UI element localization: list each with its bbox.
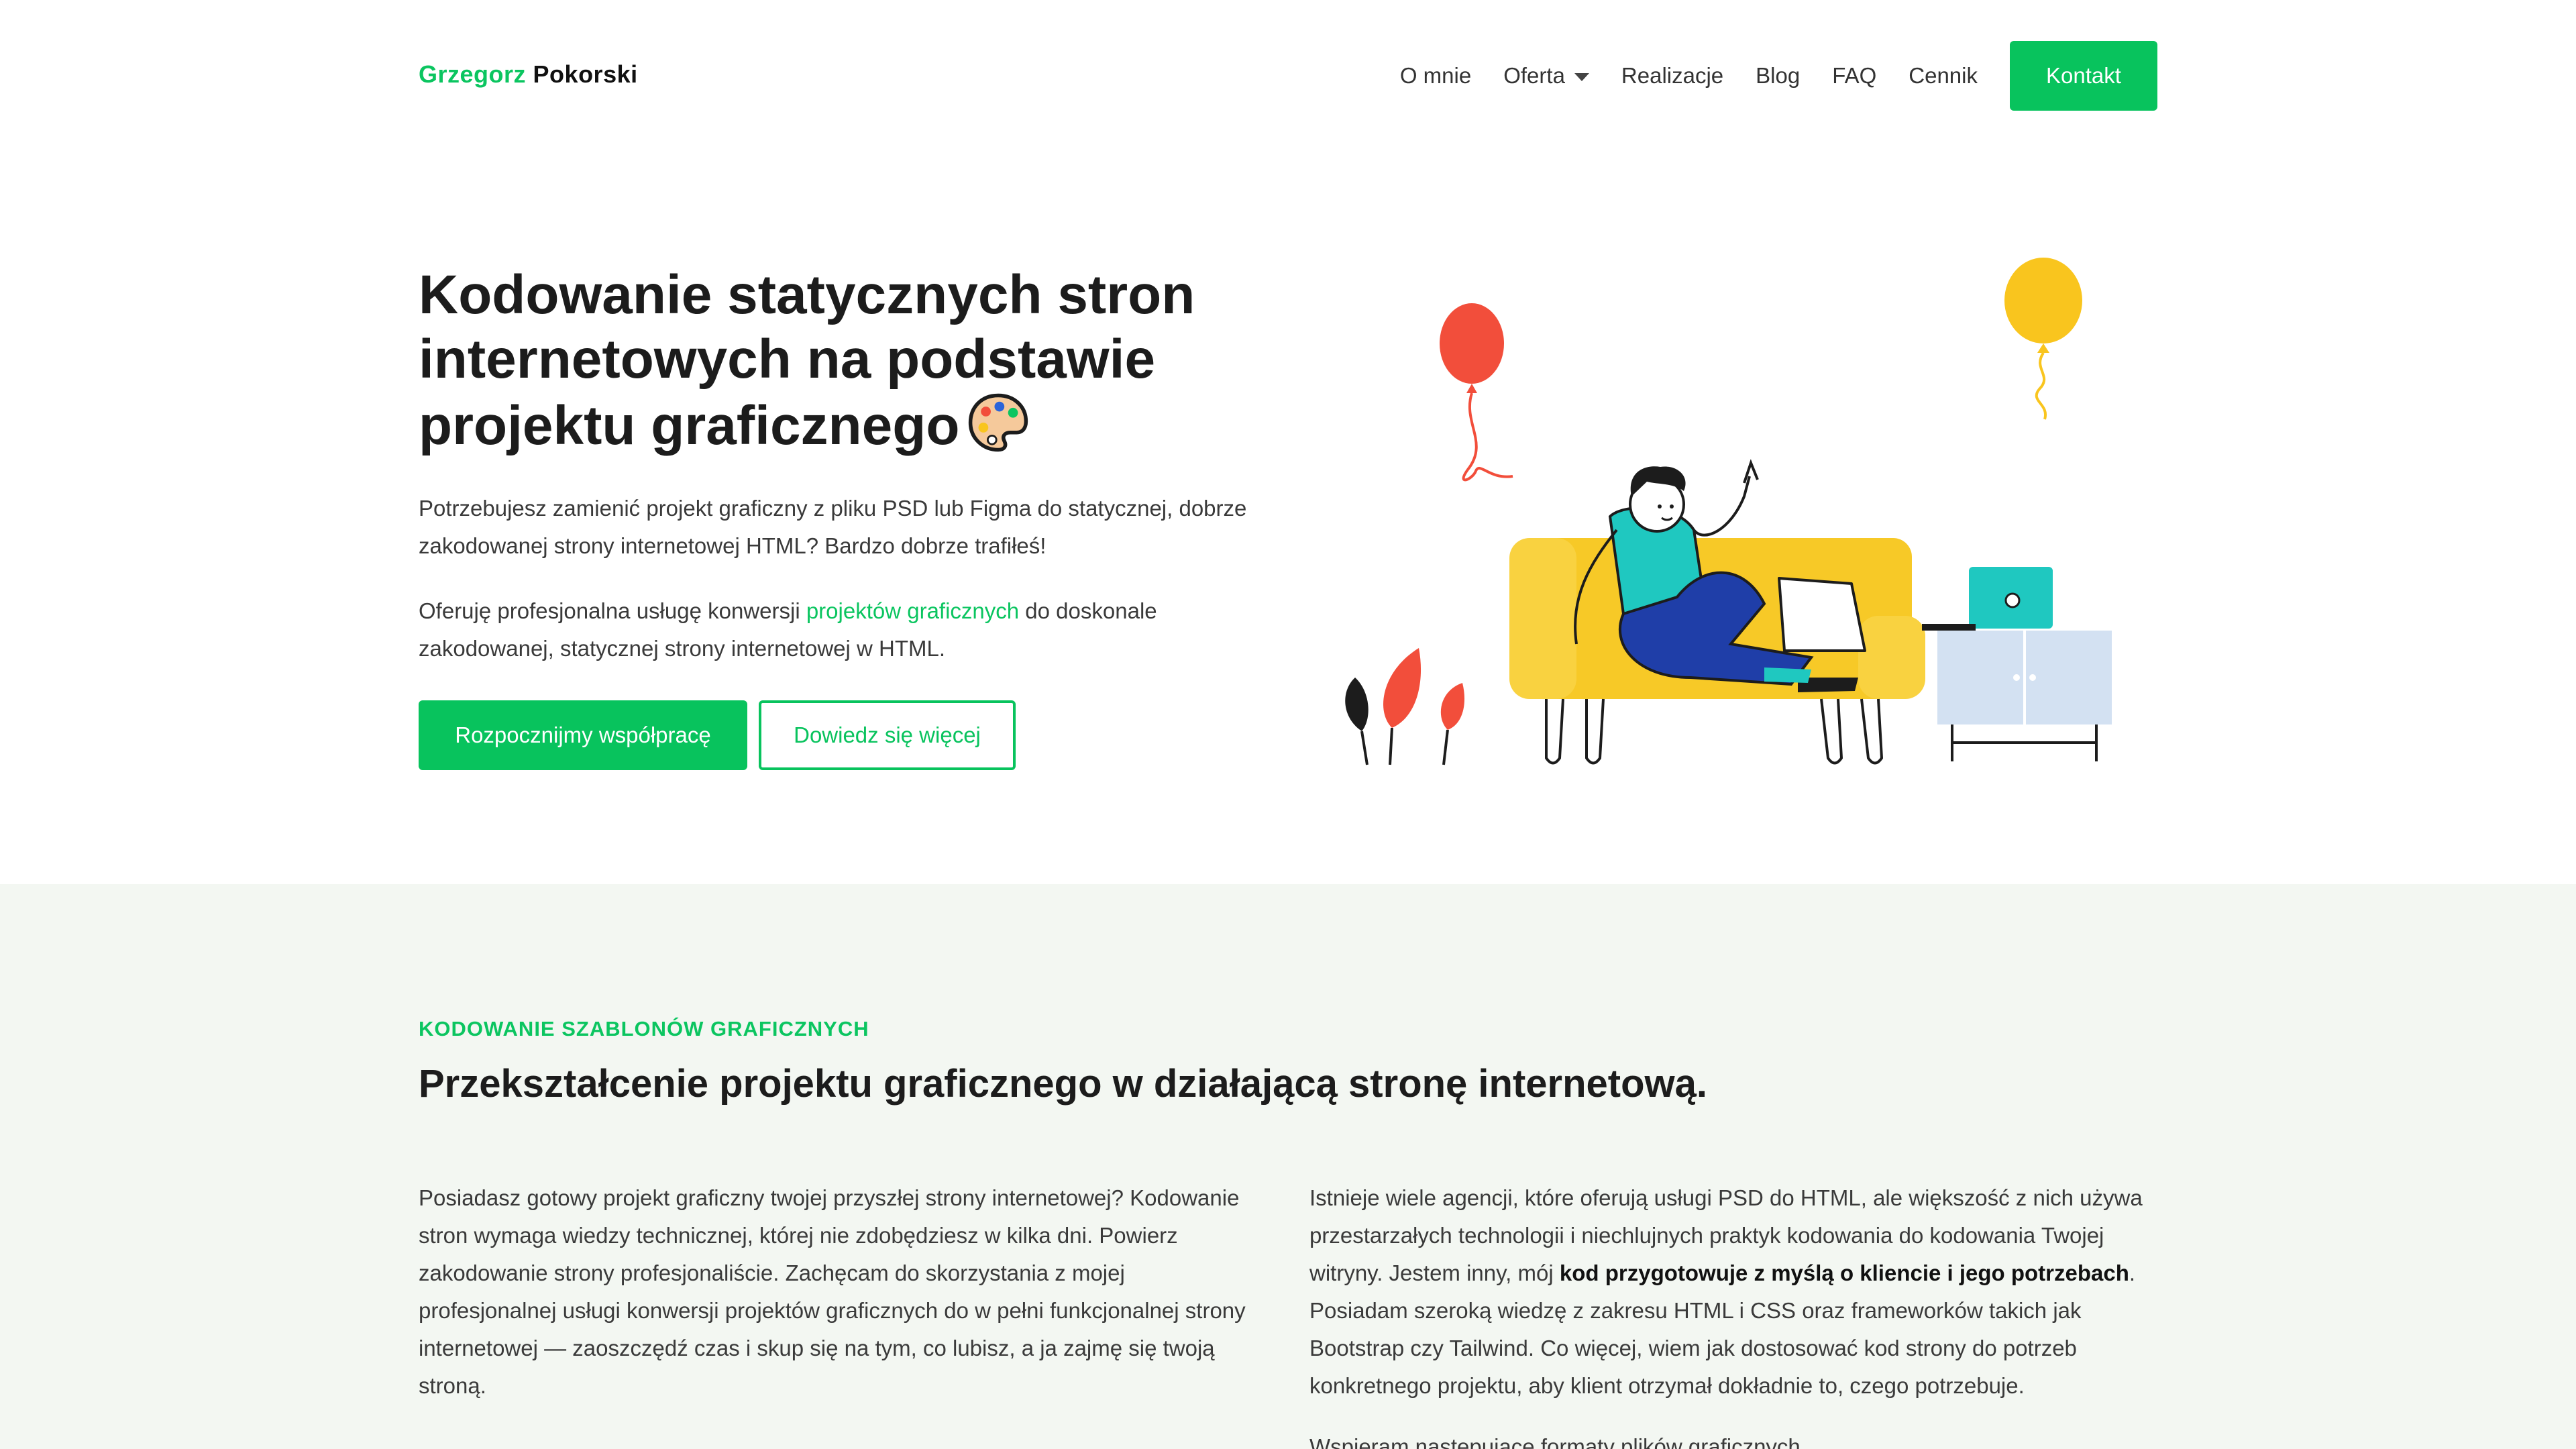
nav-item-oferta-label: Oferta bbox=[1503, 63, 1565, 88]
contact-button[interactable]: Kontakt bbox=[2010, 41, 2157, 111]
red-balloon bbox=[1440, 303, 1513, 482]
yellow-balloon bbox=[2004, 258, 2082, 420]
info-section bbox=[0, 884, 2576, 1449]
start-cooperation-button[interactable]: Rozpocznijmy współpracę bbox=[419, 700, 747, 770]
section-eyebrow: KODOWANIE SZABLONÓW GRAFICZNYCH bbox=[419, 1017, 869, 1040]
logo-last-name: Pokorski bbox=[533, 60, 638, 88]
palette-icon bbox=[969, 393, 1028, 452]
nav-item-oferta[interactable]: Oferta bbox=[1503, 63, 1589, 89]
hero-title: Kodowanie statycznych stron internetowyc… bbox=[419, 263, 1291, 458]
projects-link[interactable]: projektów graficznych bbox=[806, 598, 1019, 623]
chevron-down-icon bbox=[1574, 73, 1589, 81]
nav-item-blog[interactable]: Blog bbox=[1756, 63, 1800, 89]
page: Grzegorz Pokorski O mnie Oferta Realizac… bbox=[0, 0, 2576, 1449]
nav-item-realizacje[interactable]: Realizacje bbox=[1621, 63, 1723, 89]
hero-title-text: Kodowanie statycznych stron internetowyc… bbox=[419, 264, 1195, 456]
hero-paragraph-2: Oferuję profesjonalna usługę konwersji p… bbox=[419, 592, 1264, 667]
laptop bbox=[1922, 567, 2053, 631]
section-title: Przekształcenie projektu graficznego w d… bbox=[419, 1062, 1708, 1106]
section-left-column: Posiadasz gotowy projekt graficzny twoje… bbox=[419, 1185, 1246, 1398]
plants bbox=[1345, 648, 1465, 765]
nav-item-o-mnie[interactable]: O mnie bbox=[1400, 63, 1471, 89]
logo-first-name: Grzegorz bbox=[419, 60, 527, 88]
site-header: Grzegorz Pokorski O mnie Oferta Realizac… bbox=[0, 0, 2576, 150]
hero-illustration bbox=[1345, 258, 2112, 765]
nav-item-faq[interactable]: FAQ bbox=[1832, 63, 1876, 89]
nav-item-cennik[interactable]: Cennik bbox=[1909, 63, 1978, 89]
main-nav: O mnie Oferta Realizacje Blog FAQ Cennik… bbox=[1400, 41, 2157, 111]
right-column-bold: kod przygotowuje z myślą o kliencie i je… bbox=[1559, 1260, 2129, 1285]
hero-paragraph-2-start: Oferuję profesjonalna usługę konwersji bbox=[419, 598, 806, 623]
cabinet bbox=[1937, 631, 2112, 761]
hero-paragraph-1: Potrzebujesz zamienić projekt graficzny … bbox=[419, 496, 1247, 558]
learn-more-button[interactable]: Dowiedz się więcej bbox=[759, 700, 1016, 770]
section-right-column: Istnieje wiele agencji, które oferują us… bbox=[1309, 1179, 2161, 1405]
logo[interactable]: Grzegorz Pokorski bbox=[419, 60, 638, 89]
formats-heading-partial: Wspieram następujące formaty plików graf… bbox=[1309, 1434, 1801, 1449]
